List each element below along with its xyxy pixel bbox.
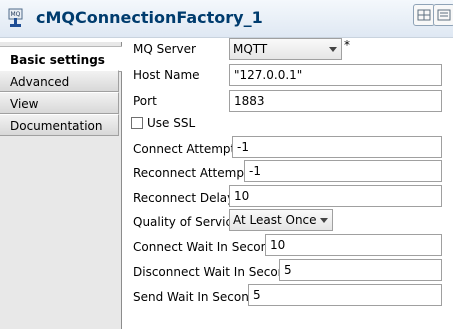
component-title: cMQConnectionFactory_1 <box>36 8 263 27</box>
quality-of-service-value: At Least Once <box>233 213 317 227</box>
chevron-down-icon <box>329 47 337 52</box>
table-view-icon <box>417 9 431 21</box>
chevron-down-icon <box>320 218 328 223</box>
reconnect-attempts-label: Reconnect Attempts <box>133 166 255 180</box>
connect-wait-input[interactable]: 10 <box>265 234 442 256</box>
port-label: Port <box>133 94 157 108</box>
reconnect-delay-label: Reconnect Delay <box>133 191 235 205</box>
host-name-label: Host Name <box>133 68 200 82</box>
host-name-input[interactable]: "127.0.0.1" <box>229 64 442 86</box>
quality-of-service-select[interactable]: At Least Once <box>229 209 333 231</box>
send-wait-input[interactable]: 5 <box>248 284 442 306</box>
form-view-button[interactable] <box>433 4 453 26</box>
table-view-button[interactable] <box>413 4 435 26</box>
tab-documentation[interactable]: Documentation <box>0 114 119 136</box>
form-view-icon <box>437 9 451 21</box>
quality-of-service-label: Quality of Service <box>133 215 240 229</box>
reconnect-delay-input[interactable]: 10 <box>229 185 442 207</box>
required-mark: * <box>344 38 350 52</box>
connect-wait-label: Connect Wait In Seconds <box>133 240 283 254</box>
connect-attempts-input[interactable]: -1 <box>232 136 442 158</box>
disconnect-wait-input[interactable]: 5 <box>279 259 442 281</box>
mq-server-label: MQ Server <box>133 42 196 56</box>
settings-tabs: Basic settings Advanced settings View Do… <box>0 42 122 329</box>
disconnect-wait-label: Disconnect Wait In Seconds <box>133 265 300 279</box>
mq-component-icon: MQ <box>8 8 23 27</box>
title-bar: MQ cMQConnectionFactory_1 <box>0 0 453 38</box>
tab-advanced-settings[interactable]: Advanced settings <box>0 70 119 111</box>
reconnect-attempts-input[interactable]: -1 <box>244 160 442 182</box>
mq-server-value: MQTT <box>233 42 268 56</box>
svg-text:MQ: MQ <box>11 11 21 18</box>
port-input[interactable]: 1883 <box>229 90 442 112</box>
use-ssl-label: Use SSL <box>147 116 196 130</box>
send-wait-label: Send Wait In Seconds <box>133 290 263 304</box>
connect-attempts-label: Connect Attempts <box>133 142 242 156</box>
mq-server-select[interactable]: MQTT <box>229 38 342 60</box>
tab-basic-settings[interactable]: Basic settings <box>0 46 122 72</box>
use-ssl-checkbox[interactable] <box>131 117 143 129</box>
tab-view[interactable]: View <box>0 92 119 114</box>
